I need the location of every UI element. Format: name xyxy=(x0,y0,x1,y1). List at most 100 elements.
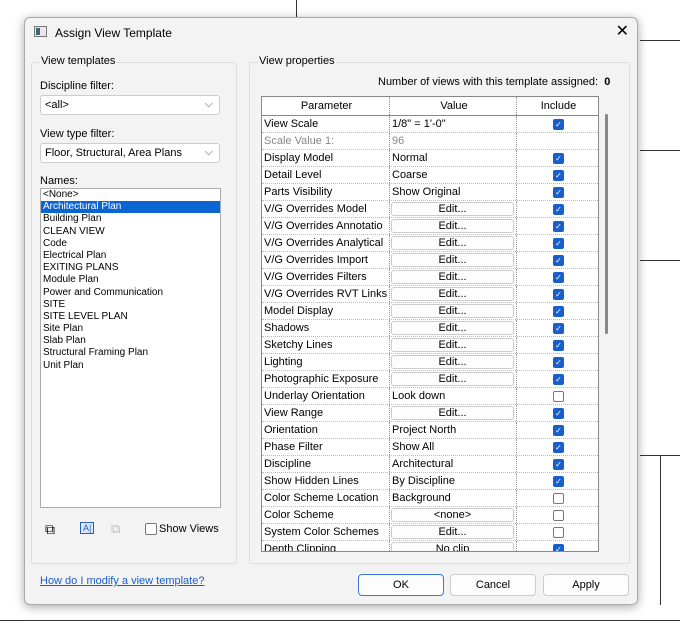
names-list-item[interactable]: Power and Communication xyxy=(41,287,220,299)
value-cell[interactable]: <none> xyxy=(390,507,517,523)
edit-button[interactable]: Edit... xyxy=(391,236,514,250)
edit-button[interactable]: Edit... xyxy=(391,287,514,301)
names-list-item[interactable]: Structural Framing Plan xyxy=(41,347,220,359)
ok-button[interactable]: OK xyxy=(358,574,444,596)
names-list-item[interactable]: <None> xyxy=(41,189,220,201)
edit-button[interactable]: Edit... xyxy=(391,372,514,386)
value-cell[interactable]: Project North xyxy=(390,422,517,438)
value-cell[interactable]: Coarse xyxy=(390,167,517,183)
close-icon[interactable]: ✕ xyxy=(616,21,629,41)
show-views-label: Show Views xyxy=(159,523,219,535)
column-header-parameter[interactable]: Parameter xyxy=(262,97,390,115)
include-checkbox[interactable]: ✓ xyxy=(553,152,564,164)
value-cell[interactable]: 1/8" = 1'-0" xyxy=(390,116,517,132)
names-list-item[interactable]: Module Plan xyxy=(41,274,220,286)
value-cell[interactable]: Edit... xyxy=(390,218,517,234)
edit-button[interactable]: Edit... xyxy=(391,406,514,420)
edit-button[interactable]: Edit... xyxy=(391,253,514,267)
edit-button[interactable]: Edit... xyxy=(391,219,514,233)
include-checkbox[interactable]: ✓ xyxy=(553,475,564,487)
value-cell[interactable]: Edit... xyxy=(390,286,517,302)
edit-button[interactable]: Edit... xyxy=(391,525,514,539)
include-checkbox[interactable]: ✓ xyxy=(553,271,564,283)
include-checkbox[interactable] xyxy=(553,492,564,504)
help-link[interactable]: How do I modify a view template? xyxy=(40,575,204,587)
show-views-checkbox[interactable]: Show Views xyxy=(145,523,219,535)
column-header-include[interactable]: Include xyxy=(517,97,598,115)
value-cell[interactable]: Show All xyxy=(390,439,517,455)
apply-button[interactable]: Apply xyxy=(543,574,629,596)
delete-icon[interactable]: ⧉ xyxy=(111,521,120,537)
value-cell[interactable]: Show Original xyxy=(390,184,517,200)
edit-button[interactable]: Edit... xyxy=(391,338,514,352)
checkbox[interactable] xyxy=(145,523,157,535)
names-list-item[interactable]: Site Plan xyxy=(41,323,220,335)
value-cell[interactable]: Edit... xyxy=(390,269,517,285)
value-cell[interactable]: By Discipline xyxy=(390,473,517,489)
include-checkbox[interactable]: ✓ xyxy=(553,186,564,198)
include-checkbox[interactable]: ✓ xyxy=(553,339,564,351)
include-checkbox[interactable]: ✓ xyxy=(553,288,564,300)
include-checkbox[interactable]: ✓ xyxy=(553,118,564,130)
edit-button[interactable]: Edit... xyxy=(391,202,514,216)
value-cell[interactable]: Edit... xyxy=(390,371,517,387)
include-checkbox[interactable]: ✓ xyxy=(553,407,564,419)
duplicate-icon[interactable]: ⧉ xyxy=(45,521,55,538)
view-type-filter-select[interactable]: Floor, Structural, Area Plans ⌵ xyxy=(40,143,220,163)
value-cell[interactable]: Edit... xyxy=(390,201,517,217)
include-checkbox[interactable]: ✓ xyxy=(553,305,564,317)
include-checkbox[interactable]: ✓ xyxy=(553,441,564,453)
value-cell[interactable]: Edit... xyxy=(390,252,517,268)
include-checkbox[interactable]: ✓ xyxy=(553,220,564,232)
edit-button[interactable]: Edit... xyxy=(391,270,514,284)
names-list-item[interactable]: Electrical Plan xyxy=(41,250,220,262)
include-checkbox[interactable]: ✓ xyxy=(553,543,564,551)
value-cell[interactable]: Edit... xyxy=(390,337,517,353)
include-checkbox[interactable]: ✓ xyxy=(553,424,564,436)
names-list-item[interactable]: SITE LEVEL PLAN xyxy=(41,311,220,323)
edit-button[interactable]: Edit... xyxy=(391,304,514,318)
names-list-item[interactable]: Architectural Plan xyxy=(41,201,220,214)
names-list-item[interactable]: EXITING PLANS xyxy=(41,262,220,274)
include-checkbox[interactable]: ✓ xyxy=(553,254,564,266)
cancel-button[interactable]: Cancel xyxy=(450,574,536,596)
value-cell[interactable]: Edit... xyxy=(390,235,517,251)
names-list-item[interactable]: Building Plan xyxy=(41,213,220,225)
edit-button[interactable]: Edit... xyxy=(391,355,514,369)
table-scrollbar[interactable] xyxy=(605,114,608,334)
include-checkbox[interactable]: ✓ xyxy=(553,322,564,334)
include-checkbox[interactable] xyxy=(553,509,564,521)
names-list[interactable]: <None> Architectural Plan Building Plan CLE… xyxy=(40,188,221,508)
edit-button[interactable]: No clip xyxy=(391,542,514,551)
include-checkbox[interactable] xyxy=(553,390,564,402)
names-list-item[interactable]: SITE xyxy=(41,299,220,311)
include-checkbox[interactable] xyxy=(553,526,564,538)
value-cell[interactable]: Edit... xyxy=(390,303,517,319)
include-checkbox[interactable]: ✓ xyxy=(553,203,564,215)
edit-button[interactable]: <none> xyxy=(391,508,514,522)
value-cell[interactable]: Look down xyxy=(390,388,517,404)
parameter-cell: View Scale xyxy=(262,116,390,132)
discipline-filter-select[interactable]: <all> ⌵ xyxy=(40,95,220,115)
value-cell[interactable]: Edit... xyxy=(390,320,517,336)
include-checkbox[interactable]: ✓ xyxy=(553,373,564,385)
column-header-value[interactable]: Value xyxy=(390,97,517,115)
value-cell[interactable]: Normal xyxy=(390,150,517,166)
value-cell[interactable]: Edit... xyxy=(390,405,517,421)
value-cell[interactable]: No clip xyxy=(390,541,517,551)
value-cell[interactable]: 96 xyxy=(390,133,517,149)
value-cell[interactable]: Architectural xyxy=(390,456,517,472)
value-cell[interactable]: Edit... xyxy=(390,524,517,540)
value-cell[interactable]: Background xyxy=(390,490,517,506)
edit-button[interactable]: Edit... xyxy=(391,321,514,335)
include-checkbox[interactable]: ✓ xyxy=(553,356,564,368)
include-checkbox[interactable]: ✓ xyxy=(553,169,564,181)
rename-icon[interactable]: A| xyxy=(80,522,95,534)
names-list-item[interactable]: CLEAN VIEW xyxy=(41,226,220,238)
names-list-item[interactable]: Code xyxy=(41,238,220,250)
names-list-item[interactable]: Unit Plan xyxy=(41,360,220,372)
include-checkbox[interactable]: ✓ xyxy=(553,458,564,470)
names-list-item[interactable]: Slab Plan xyxy=(41,335,220,347)
value-cell[interactable]: Edit... xyxy=(390,354,517,370)
include-checkbox[interactable]: ✓ xyxy=(553,237,564,249)
